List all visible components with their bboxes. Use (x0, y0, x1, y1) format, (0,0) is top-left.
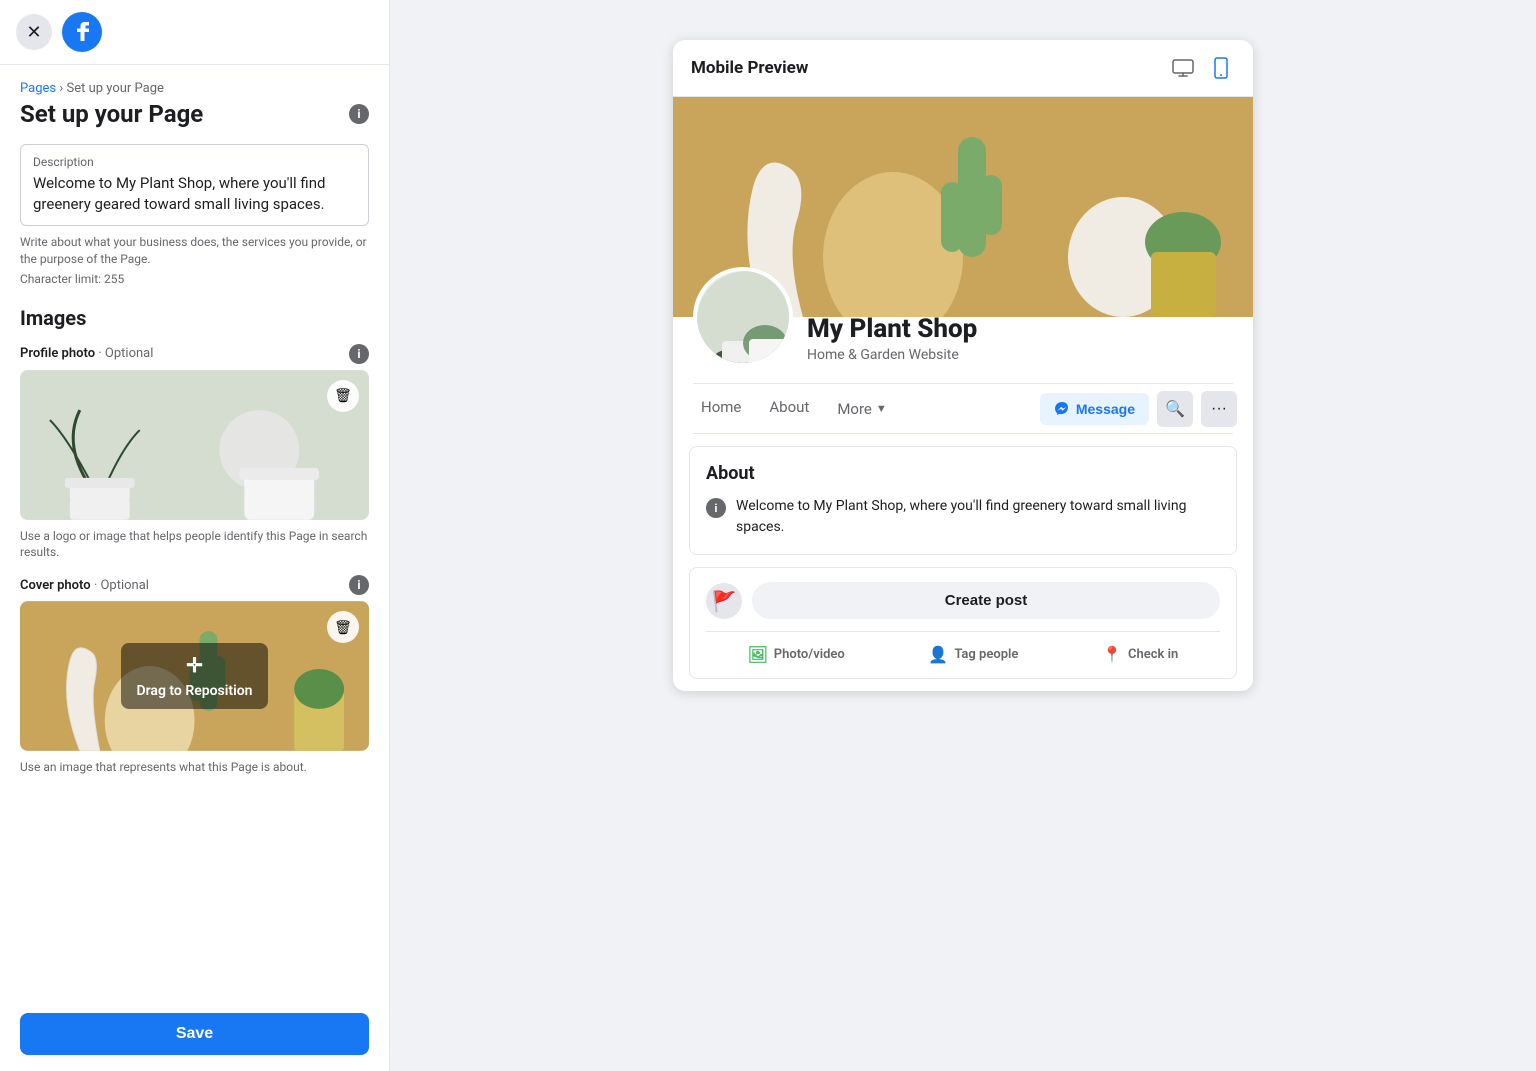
profile-photo-helper: Use a logo or image that helps people id… (20, 528, 369, 562)
about-title: About (706, 463, 1220, 484)
profile-photo-optional: · Optional (98, 346, 153, 361)
post-divider (706, 631, 1220, 632)
top-bar: ✕ (0, 0, 389, 65)
content-area: Pages › Set up your Page Set up your Pag… (0, 65, 389, 997)
check-in-label: Check in (1128, 647, 1178, 662)
check-in-icon: 📍 (1102, 644, 1122, 664)
check-in-action[interactable]: 📍 Check in (1102, 644, 1178, 664)
nav-more-label: More (837, 400, 872, 418)
preview-nav: Home About More ▼ Message 🔍 ··· (673, 384, 1253, 433)
info-icon[interactable]: i (349, 104, 369, 124)
preview-page-info: My Plant Shop Home & Garden Website (807, 314, 977, 367)
char-limit: Character limit: 255 (20, 272, 369, 286)
more-options-button[interactable]: ··· (1201, 391, 1237, 427)
profile-photo-delete-button[interactable]: 🗑 (327, 380, 359, 412)
images-section-title: Images (20, 306, 369, 330)
about-info-icon: i (706, 498, 726, 518)
nav-about[interactable]: About (757, 384, 821, 433)
desktop-icon[interactable] (1169, 54, 1197, 82)
create-post-section: 🚩 Create post 🖼 Photo/video 👤 Tag people… (689, 567, 1237, 679)
description-text[interactable]: Welcome to My Plant Shop, where you'll f… (33, 173, 356, 215)
tag-people-action[interactable]: 👤 Tag people (928, 644, 1018, 664)
preview-page-category: Home & Garden Website (807, 347, 977, 363)
cover-photo-helper: Use an image that represents what this P… (20, 759, 369, 776)
preview-header: Mobile Preview (673, 40, 1253, 97)
page-title-text: Set up your Page (20, 100, 203, 128)
description-label: Description (33, 155, 356, 169)
page-title-row: Set up your Page i (20, 100, 369, 128)
cover-photo-delete-button[interactable]: 🗑 (327, 611, 359, 643)
post-avatar: 🚩 (706, 583, 742, 619)
close-button[interactable]: ✕ (16, 14, 52, 50)
nav-actions: Message 🔍 ··· (1040, 391, 1237, 427)
profile-photo-label-row: Profile photo · Optional i (20, 344, 369, 364)
close-icon: ✕ (26, 22, 41, 43)
photo-video-action[interactable]: 🖼 Photo/video (748, 644, 845, 664)
search-button[interactable]: 🔍 (1157, 391, 1193, 427)
photo-video-label: Photo/video (774, 647, 845, 662)
create-post-row: 🚩 Create post (706, 582, 1220, 619)
create-post-button[interactable]: Create post (752, 582, 1220, 619)
about-content: i Welcome to My Plant Shop, where you'll… (706, 496, 1220, 538)
facebook-logo (62, 12, 102, 52)
cover-photo-label-row: Cover photo · Optional i (20, 575, 369, 595)
left-panel: ✕ Pages › Set up your Page Set up your P… (0, 0, 390, 1071)
preview-profile-section: My Plant Shop Home & Garden Website (673, 267, 1253, 383)
search-icon: 🔍 (1165, 399, 1185, 419)
tag-people-icon: 👤 (928, 644, 948, 664)
ellipsis-icon: ··· (1211, 400, 1227, 418)
breadcrumb-current: Set up your Page (66, 81, 163, 96)
save-button[interactable]: Save (20, 1013, 369, 1055)
profile-photo-image (20, 370, 369, 520)
message-button-label: Message (1076, 401, 1135, 417)
drag-reposition-text: Drag to Reposition (137, 683, 253, 699)
description-box: Description Welcome to My Plant Shop, wh… (20, 144, 369, 226)
trash-icon: 🗑 (334, 387, 352, 404)
drag-icon: ✛ (186, 653, 203, 677)
messenger-icon (1054, 401, 1070, 417)
profile-photo-info-icon[interactable]: i (349, 344, 369, 364)
device-icons (1169, 54, 1235, 82)
nav-home[interactable]: Home (689, 384, 753, 433)
photo-video-icon: 🖼 (748, 644, 768, 664)
preview-page-name: My Plant Shop (807, 314, 977, 345)
tag-people-label: Tag people (954, 647, 1018, 662)
right-panel: Mobile Preview (390, 0, 1536, 1071)
cover-photo-container: 🗑 ✛ Drag to Reposition (20, 601, 369, 751)
profile-photo-label: Profile photo (20, 346, 95, 361)
cover-photo-label: Cover photo (20, 578, 91, 593)
description-helper: Write about what your business does, the… (20, 234, 369, 268)
about-text: Welcome to My Plant Shop, where you'll f… (736, 496, 1220, 538)
preview-title: Mobile Preview (691, 58, 808, 78)
about-section: About i Welcome to My Plant Shop, where … (689, 446, 1237, 555)
cover-photo-optional: · Optional (94, 578, 149, 593)
cover-trash-icon: 🗑 (334, 619, 352, 636)
mobile-preview-card: Mobile Preview (673, 40, 1253, 691)
breadcrumb-pages-link[interactable]: Pages (20, 81, 56, 96)
breadcrumb: Pages › Set up your Page (20, 81, 369, 96)
preview-nav-divider (693, 433, 1233, 434)
message-button[interactable]: Message (1040, 393, 1149, 425)
mobile-icon[interactable] (1207, 54, 1235, 82)
post-actions: 🖼 Photo/video 👤 Tag people 📍 Check in (706, 644, 1220, 664)
nav-more[interactable]: More ▼ (825, 386, 898, 432)
drag-overlay: ✛ Drag to Reposition (121, 643, 269, 709)
preview-avatar (693, 267, 793, 367)
chevron-down-icon: ▼ (876, 402, 887, 415)
cover-photo-info-icon[interactable]: i (349, 575, 369, 595)
profile-photo-container: 🗑 (20, 370, 369, 520)
